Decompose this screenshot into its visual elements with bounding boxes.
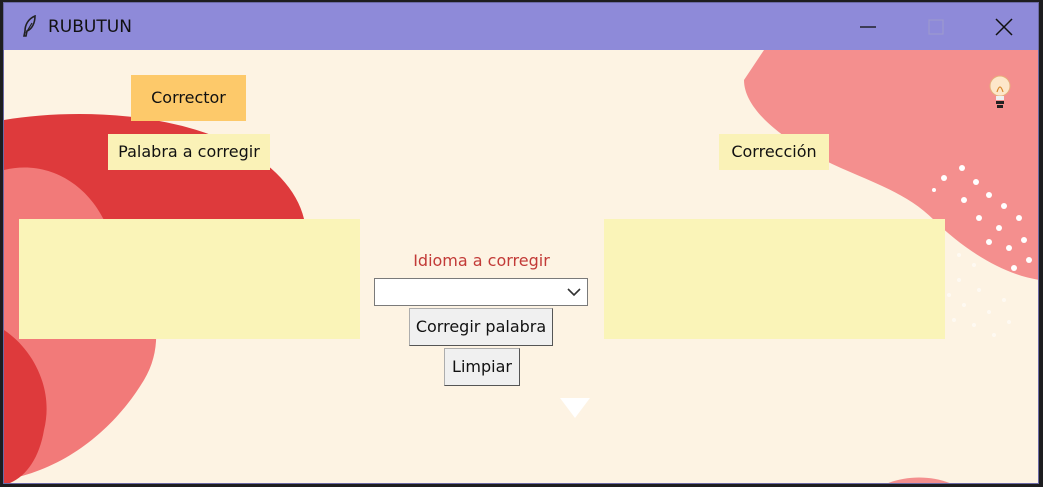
maximize-icon: [928, 19, 944, 35]
clear-button[interactable]: Limpiar: [444, 348, 520, 386]
main-content: Corrector Palabra a corregir Corrección …: [4, 50, 1038, 483]
minimize-button[interactable]: [834, 3, 902, 50]
minimize-icon: [860, 26, 876, 28]
correction-label: Corrección: [719, 134, 829, 170]
chevron-down-icon: [567, 288, 581, 297]
input-word-textbox[interactable]: [19, 219, 360, 339]
corrector-label: Corrector: [131, 75, 246, 121]
app-window: RUBUTUN Corrector Palabra a corregir Cor…: [3, 2, 1039, 484]
close-icon: [995, 18, 1013, 36]
input-word-label: Palabra a corregir: [108, 134, 270, 170]
close-button[interactable]: [970, 3, 1038, 50]
lightbulb-icon: [989, 75, 1011, 108]
feather-icon: [22, 14, 38, 37]
maximize-button[interactable]: [902, 3, 970, 50]
language-select[interactable]: [374, 278, 588, 306]
window-title: RUBUTUN: [48, 17, 132, 37]
correction-textbox[interactable]: [604, 219, 945, 339]
title-bar[interactable]: RUBUTUN: [4, 3, 1038, 50]
language-label: Idioma a corregir: [413, 251, 550, 270]
down-triangle-icon: [560, 398, 590, 418]
correct-word-button[interactable]: Corregir palabra: [409, 308, 553, 346]
